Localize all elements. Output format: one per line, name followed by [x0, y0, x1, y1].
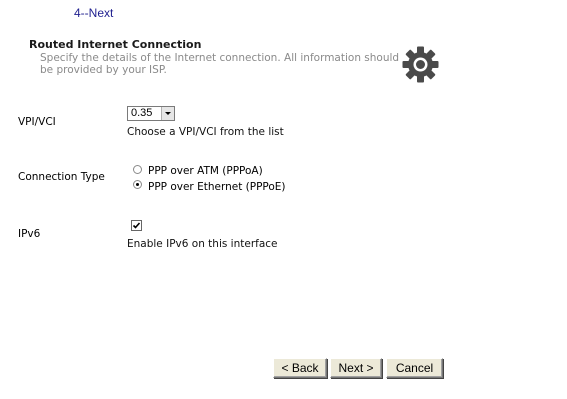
- vpi-vci-select[interactable]: 0.35: [127, 106, 175, 121]
- gear-icon: [402, 46, 439, 83]
- connection-type-label: Connection Type: [18, 171, 105, 183]
- pppoe-radio[interactable]: [133, 180, 142, 189]
- step-next-link[interactable]: 4--Next: [74, 6, 113, 20]
- chevron-down-icon[interactable]: [161, 107, 174, 120]
- section-title: Routed Internet Connection: [29, 38, 202, 51]
- cancel-button[interactable]: Cancel: [386, 358, 443, 378]
- pppoe-radio-label[interactable]: PPP over Ethernet (PPPoE): [148, 181, 286, 193]
- vpi-vci-help: Choose a VPI/VCI from the list: [127, 126, 284, 138]
- vpi-vci-label: VPI/VCI: [18, 116, 56, 128]
- ipv6-help: Enable IPv6 on this interface: [127, 238, 278, 250]
- pppoa-radio-label[interactable]: PPP over ATM (PPPoA): [148, 165, 263, 177]
- next-button[interactable]: Next >: [330, 358, 382, 378]
- pppoa-radio[interactable]: [133, 165, 142, 174]
- section-description: Specify the details of the Internet conn…: [40, 52, 400, 76]
- back-button[interactable]: < Back: [273, 358, 327, 378]
- vpi-vci-selected-value: 0.35: [131, 107, 153, 119]
- checkmark-icon: [132, 222, 141, 229]
- ipv6-checkbox[interactable]: [131, 220, 142, 231]
- ipv6-label: IPv6: [18, 228, 41, 240]
